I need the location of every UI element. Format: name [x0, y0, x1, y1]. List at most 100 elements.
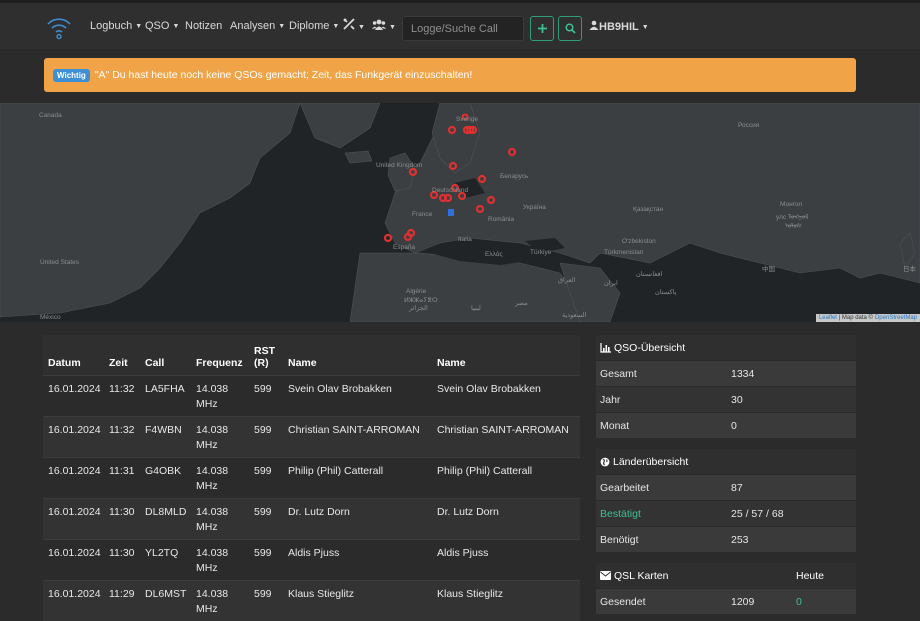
users-icon [372, 19, 386, 30]
stat-row: Jahr 30 [596, 386, 856, 412]
globe-icon [600, 457, 610, 466]
col-header-call[interactable]: Call [140, 335, 191, 375]
cell-zeit: 11:29 [104, 580, 140, 621]
cell-zeit: 11:31 [104, 457, 140, 498]
nav-analysen[interactable]: Analysen ▼ [230, 20, 285, 32]
cell-frequenz: 14.038 MHz [191, 416, 249, 457]
nav-notizen[interactable]: Notizen [185, 20, 222, 32]
map-label-turkiye: Türkiye [530, 249, 552, 256]
recent-qso-table: Datum Zeit Call Frequenz RST (R) Name Na… [43, 335, 580, 621]
col-header-zeit[interactable]: Zeit [104, 335, 140, 375]
no-qso-alert: Wichtig "A" Du hast heute noch keine QSO… [44, 58, 856, 92]
osm-link[interactable]: OpenStreetMap [875, 315, 917, 321]
cell-zeit: 11:32 [104, 416, 140, 457]
stat-label: Gesendet [600, 595, 646, 608]
cell-name-2: Dr. Lutz Dorn [432, 498, 580, 539]
chevron-down-icon: ▼ [358, 24, 365, 31]
nav-analysen-label: Analysen [230, 20, 276, 32]
cell-name: Christian SAINT-ARROMAN [283, 416, 432, 457]
important-badge: Wichtig [53, 68, 90, 82]
cell-call-link[interactable]: YL2TQ [140, 539, 191, 580]
cell-call-link[interactable]: DL6MST [140, 580, 191, 621]
cell-call-link[interactable]: G4OBK [140, 457, 191, 498]
map-label-deutschland: Deutschland [432, 187, 469, 194]
plus-icon [537, 24, 547, 33]
cell-call-link[interactable]: DL8MLD [140, 498, 191, 539]
stat-value: 87 [731, 481, 743, 494]
col-header-datum[interactable]: Datum [43, 335, 104, 375]
cell-datum: 16.01.2024 [43, 416, 104, 457]
confirmed-link[interactable]: Bestätigt [600, 508, 641, 520]
cell-name-2: Christian SAINT-ARROMAN [432, 416, 580, 457]
cell-name-2: Philip (Phil) Catterall [432, 457, 580, 498]
table-row[interactable]: 16.01.2024 11:30 DL8MLD 14.038 MHz 599 D… [43, 498, 580, 539]
map-label-algerie-3: الجزائر [409, 305, 428, 312]
chevron-down-icon: ▼ [278, 23, 286, 30]
nav-tools[interactable]: ▼ [343, 18, 365, 33]
table-row[interactable]: 16.01.2024 11:29 DL6MST 14.038 MHz 599 K… [43, 580, 580, 621]
stat-label: Jahr [600, 393, 621, 406]
map-label-pakistan: پاکستان [655, 289, 677, 296]
map-label-afghanistan: افغانستان [636, 271, 663, 278]
user-menu[interactable]: HB9HIL ▼ [589, 20, 649, 33]
stat-value: 253 [731, 533, 749, 546]
search-button[interactable] [558, 16, 582, 41]
nav-qso[interactable]: QSO ▼ [145, 20, 179, 32]
nav-community[interactable]: ▼ [372, 18, 396, 33]
cell-rst: 599 [249, 457, 283, 498]
nav-logbuch-label: Logbuch [90, 20, 133, 32]
cell-zeit: 11:30 [104, 498, 140, 539]
chevron-down-icon: ▼ [389, 24, 396, 31]
map-label-iraq: العراق [558, 277, 576, 284]
today-header: Heute [796, 569, 825, 582]
map-label-ellas: Ελλάς [485, 251, 503, 258]
user-callsign: HB9HIL [599, 21, 639, 33]
cell-frequenz: 14.038 MHz [191, 580, 249, 621]
attribution-separator: | Map data © [836, 315, 875, 321]
leaflet-link[interactable]: Leaflet [819, 315, 837, 321]
map-label-ukraine: Україна [523, 204, 546, 211]
user-icon [589, 20, 599, 30]
stat-row: Benötigt 253 [596, 526, 856, 552]
search-input[interactable] [402, 16, 524, 41]
cell-name-2: Svein Olav Brobakken [432, 375, 580, 416]
cell-call-link[interactable]: F4WBN [140, 416, 191, 457]
map-label-mongolia: Монгол [780, 201, 803, 208]
qso-marker[interactable] [383, 233, 393, 243]
chevron-down-icon: ▼ [641, 24, 649, 31]
cell-rst: 599 [249, 498, 283, 539]
cell-datum: 16.01.2024 [43, 580, 104, 621]
nav-diplome[interactable]: Diplome ▼ [289, 20, 339, 32]
cell-datum: 16.01.2024 [43, 539, 104, 580]
table-row[interactable]: 16.01.2024 11:32 LA5FHA 14.038 MHz 599 S… [43, 375, 580, 416]
cell-datum: 16.01.2024 [43, 457, 104, 498]
table-row[interactable]: 16.01.2024 11:31 G4OBK 14.038 MHz 599 Ph… [43, 457, 580, 498]
stat-value: 1209 [731, 595, 755, 608]
qso-overview-header: QSO-Übersicht [596, 335, 856, 360]
col-header-name[interactable]: Name [283, 335, 432, 375]
country-overview-panel: Länderübersicht Gearbeitet 87 Bestätigt 25… [596, 449, 856, 552]
col-header-frequenz[interactable]: Frequenz [191, 335, 249, 375]
wifi-logo-icon[interactable] [46, 15, 72, 41]
country-overview-header: Länderübersicht [596, 449, 856, 474]
map-attribution: Leaflet | Map data © OpenStreetMap [815, 314, 920, 322]
map-label-espana: España [393, 244, 416, 251]
add-qso-button[interactable] [530, 16, 554, 41]
cell-rst: 599 [249, 375, 283, 416]
cell-frequenz: 14.038 MHz [191, 498, 249, 539]
nav-logbuch[interactable]: Logbuch ▼ [90, 20, 142, 32]
map-label-belarus: Беларусь [500, 173, 529, 180]
cell-call-link[interactable]: LA5FHA [140, 375, 191, 416]
cell-zeit: 11:32 [104, 375, 140, 416]
qso-map[interactable]: Canada Sverige Россия United Kingdom Бел… [0, 103, 920, 322]
home-location-marker[interactable] [448, 209, 454, 216]
stat-row: Gesendet 1209 0 [596, 588, 856, 614]
nav-qso-label: QSO [145, 20, 170, 32]
table-row[interactable]: 16.01.2024 11:32 F4WBN 14.038 MHz 599 Ch… [43, 416, 580, 457]
col-header-name-2[interactable]: Name [432, 335, 580, 375]
map-label-algerie-2: ⵍⵣⵣⴰⵢⴻⵔ [404, 297, 438, 304]
table-row[interactable]: 16.01.2024 11:30 YL2TQ 14.038 MHz 599 Al… [43, 539, 580, 580]
map-label-mexico: México [40, 314, 61, 321]
map-label-algerie: Algérie [406, 288, 427, 295]
col-header-rst[interactable]: RST (R) [249, 335, 283, 375]
